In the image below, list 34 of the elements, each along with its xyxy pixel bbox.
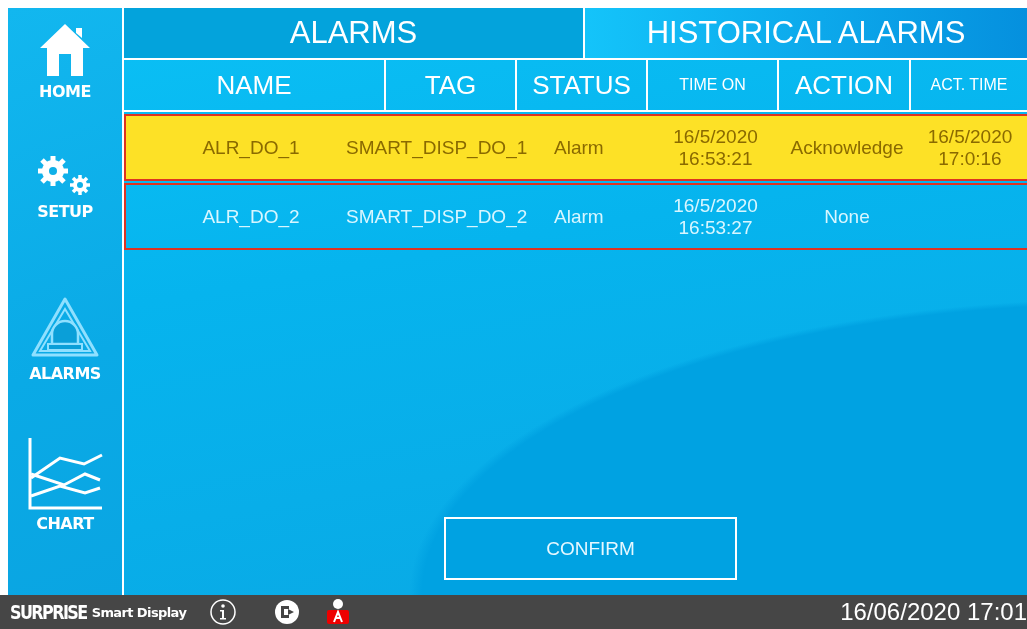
brand-logo: SURPRISE	[10, 600, 87, 624]
table-cell-text: ALR_DO_2	[201, 204, 301, 230]
table-cell-text: ALR_DO_1	[201, 135, 301, 161]
line-chart-icon	[27, 438, 103, 510]
table-cell-text: 16/5/2020 16:53:21	[672, 124, 759, 171]
column-header: STATUS	[517, 60, 648, 110]
table-cell-text: Alarm	[554, 204, 605, 229]
nav-button[interactable]: CHART	[27, 438, 103, 558]
home-icon	[38, 22, 92, 78]
alarm-row[interactable]: ALR_DO_2 SMART_DISP_DO_2 Alarm 16/5/2020 16:53:27 None	[124, 183, 1027, 250]
table-cell-text: Acknowledge	[789, 135, 905, 160]
table-cell-text: SMART_DISP_DO_1	[346, 135, 529, 161]
column-header: ACT. TIME	[929, 75, 1009, 95]
column-header: NAME	[124, 60, 386, 110]
table-cell-text: Alarm	[554, 135, 605, 160]
table-cell-text: 16/5/2020 16:53:27	[672, 193, 759, 240]
alarm-row[interactable]: ALR_DO_1 SMART_DISP_DO_1 Alarm 16/5/2020 16:53:21 Acknowledge 16/5/2020 17:0:16	[124, 114, 1027, 181]
confirm-button[interactable]: CONFIRM	[444, 517, 737, 580]
tab[interactable]: HISTORICAL ALARMS	[585, 8, 1027, 58]
column-header: TIME ON	[648, 60, 779, 110]
nav-button[interactable]: SETUP	[36, 154, 94, 274]
nav-button[interactable]: ALARMS	[29, 296, 101, 416]
tab[interactable]: ALARMS	[124, 8, 585, 58]
alarm-beacon-icon	[30, 296, 100, 360]
info-icon[interactable]	[210, 599, 237, 625]
column-header: TAG	[386, 60, 517, 110]
table-cell-text: SMART_DISP_DO_2	[346, 204, 529, 230]
date-time: 16/06/2020 17:01	[840, 598, 1027, 626]
nav-button[interactable]: HOME	[38, 22, 92, 132]
table-cell-text: 16/5/2020 17:0:16	[926, 124, 1014, 171]
logout-icon[interactable]	[274, 599, 301, 625]
table-cell-text: None	[823, 204, 871, 229]
product-name: Smart Display	[91, 604, 187, 620]
column-header: ACTION	[779, 60, 911, 110]
